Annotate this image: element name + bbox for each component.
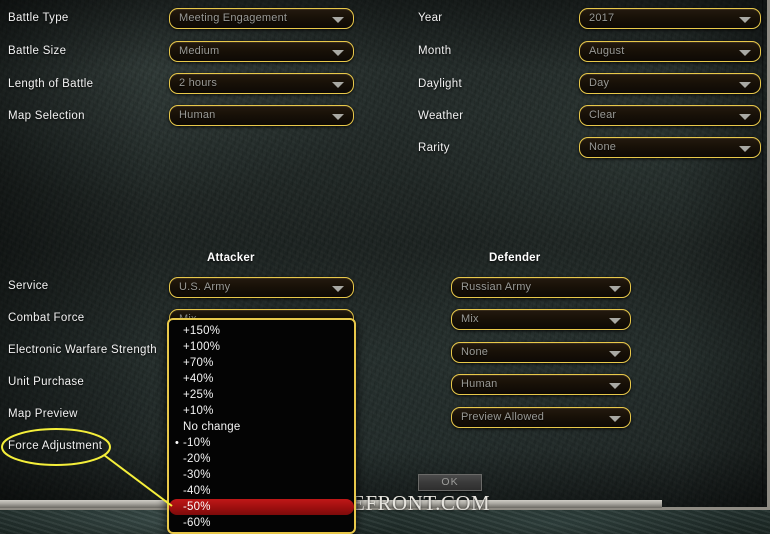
dropdown-option-label: +100% [183, 341, 221, 353]
label-battle-type: Battle Type [8, 12, 69, 24]
dropdown-length-of-battle[interactable]: 2 hours [169, 73, 354, 94]
dropdown-battle-type-value: Meeting Engagement [179, 12, 288, 24]
label-length-of-battle: Length of Battle [8, 78, 94, 90]
chevron-down-icon [332, 286, 344, 292]
chevron-down-icon [332, 114, 344, 120]
dropdown-attacker-service[interactable]: U.S. Army [169, 277, 354, 298]
battle-setup-dialog: Battle Type Meeting Engagement Battle Si… [0, 0, 770, 534]
dropdown-map-selection-value: Human [179, 109, 216, 121]
chevron-down-icon [332, 17, 344, 23]
chevron-down-icon [739, 114, 751, 120]
dropdown-option-label: +70% [183, 357, 214, 369]
dropdown-option-label: -10% [183, 437, 211, 449]
label-map-preview: Map Preview [8, 408, 78, 420]
dropdown-option[interactable]: No change [169, 419, 354, 435]
dropdown-option[interactable]: -30% [169, 467, 354, 483]
dropdown-rarity-value: None [589, 141, 617, 153]
label-unit-purchase: Unit Purchase [8, 376, 85, 388]
dropdown-battle-size[interactable]: Medium [169, 41, 354, 62]
ok-button[interactable]: OK [418, 474, 482, 491]
dropdown-daylight[interactable]: Day [579, 73, 761, 94]
watermark-text: EFRONT.COM [352, 491, 491, 515]
dropdown-options: +150% +100% +70% +40% +25% +10% No chang… [169, 320, 354, 531]
dropdown-defender-service[interactable]: Russian Army [451, 277, 631, 298]
label-electronic-warfare-strength: Electronic Warfare Strength [8, 344, 157, 356]
column-header-defender: Defender [489, 252, 541, 264]
dropdown-option-label: -30% [183, 469, 211, 481]
selection-bullet-icon: • [175, 437, 180, 449]
chevron-down-icon [609, 318, 621, 324]
label-rarity: Rarity [418, 142, 450, 154]
label-battle-size: Battle Size [8, 45, 67, 57]
dropdown-year[interactable]: 2017 [579, 8, 761, 29]
dropdown-option[interactable]: +25% [169, 387, 354, 403]
dropdown-option-label: No change [183, 421, 241, 433]
dropdown-option[interactable]: +40% [169, 371, 354, 387]
dropdown-daylight-value: Day [589, 77, 610, 89]
dropdown-option[interactable]: +10% [169, 403, 354, 419]
dropdown-year-value: 2017 [589, 12, 615, 24]
label-combat-force: Combat Force [8, 312, 85, 324]
label-force-adjustment: Force Adjustment [8, 440, 103, 452]
dropdown-defender-electronic-warfare-strength[interactable]: None [451, 342, 631, 363]
dropdown-defender-combat-force[interactable]: Mix [451, 309, 631, 330]
dropdown-option[interactable]: -60% [169, 515, 354, 531]
dropdown-option-hovered[interactable]: -50% [169, 499, 354, 515]
dropdown-battle-size-value: Medium [179, 45, 220, 57]
chevron-down-icon [739, 146, 751, 152]
dropdown-option[interactable]: -40% [169, 483, 354, 499]
chevron-down-icon [739, 50, 751, 56]
dropdown-weather-value: Clear [589, 109, 617, 121]
dropdown-defender-unit-purchase-value: Human [461, 378, 498, 390]
dropdown-option[interactable]: +150% [169, 323, 354, 339]
chevron-down-icon [739, 82, 751, 88]
dropdown-defender-electronic-warfare-strength-value: None [461, 346, 489, 358]
dropdown-option-label: +40% [183, 373, 214, 385]
dropdown-option-label: -20% [183, 453, 211, 465]
dropdown-option-label: -40% [183, 485, 211, 497]
label-month: Month [418, 45, 452, 57]
dropdown-length-of-battle-value: 2 hours [179, 77, 218, 89]
label-map-selection: Map Selection [8, 110, 85, 122]
chevron-down-icon [739, 17, 751, 23]
chevron-down-icon [332, 82, 344, 88]
label-weather: Weather [418, 110, 464, 122]
dropdown-defender-unit-purchase[interactable]: Human [451, 374, 631, 395]
dropdown-defender-service-value: Russian Army [461, 281, 532, 293]
label-year: Year [418, 12, 443, 24]
dropdown-month[interactable]: August [579, 41, 761, 62]
dropdown-option-label: -60% [183, 517, 211, 529]
dropdown-defender-combat-force-value: Mix [461, 313, 479, 325]
dropdown-option-label: +25% [183, 389, 214, 401]
dropdown-month-value: August [589, 45, 625, 57]
dropdown-option[interactable]: +70% [169, 355, 354, 371]
dropdown-option[interactable]: -20% [169, 451, 354, 467]
dropdown-battle-type[interactable]: Meeting Engagement [169, 8, 354, 29]
chevron-down-icon [609, 383, 621, 389]
dropdown-option-label: +10% [183, 405, 214, 417]
dropdown-map-selection[interactable]: Human [169, 105, 354, 126]
dropdown-defender-map-preview[interactable]: Preview Allowed [451, 407, 631, 428]
dropdown-option-label: -50% [183, 501, 211, 513]
dropdown-rarity[interactable]: None [579, 137, 761, 158]
chevron-down-icon [609, 286, 621, 292]
dropdown-option-label: +150% [183, 325, 221, 337]
chevron-down-icon [609, 416, 621, 422]
label-daylight: Daylight [418, 78, 462, 90]
dropdown-option-current[interactable]: • -10% [169, 435, 354, 451]
dropdown-attacker-service-value: U.S. Army [179, 281, 231, 293]
chevron-down-icon [609, 351, 621, 357]
dropdown-defender-map-preview-value: Preview Allowed [461, 411, 545, 423]
dropdown-weather[interactable]: Clear [579, 105, 761, 126]
label-service: Service [8, 280, 49, 292]
column-header-attacker: Attacker [207, 252, 255, 264]
force-adjustment-dropdown-list[interactable]: +150% +100% +70% +40% +25% +10% No chang… [167, 318, 356, 534]
chevron-down-icon [332, 50, 344, 56]
dropdown-option[interactable]: +100% [169, 339, 354, 355]
